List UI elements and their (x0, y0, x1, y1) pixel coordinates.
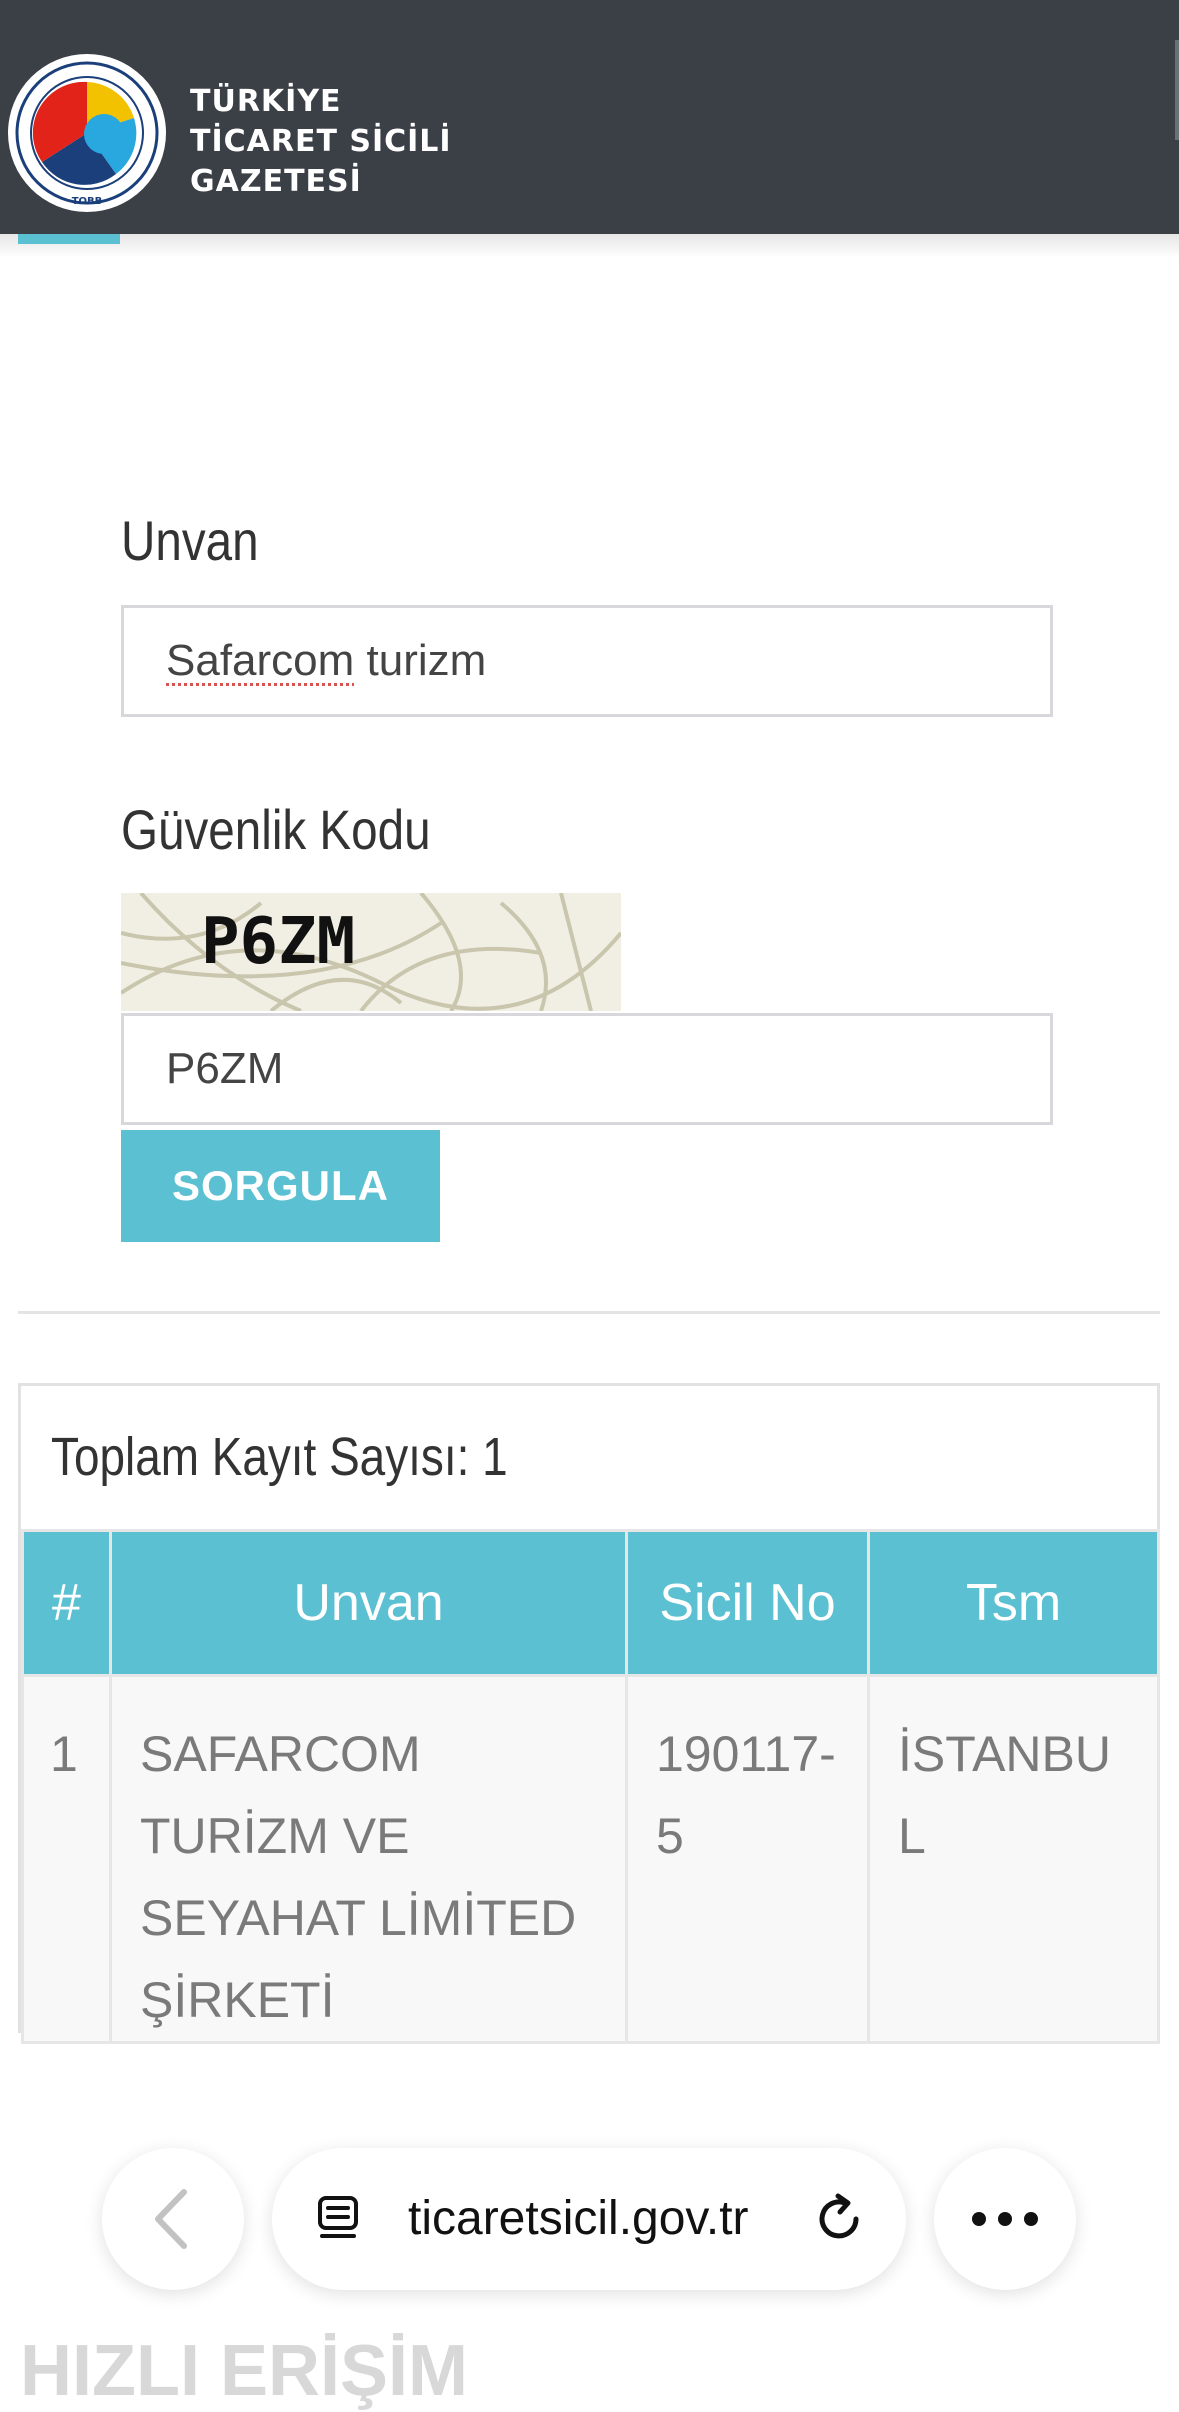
unvan-input-value-word: Safarcom (166, 636, 355, 685)
header-scrollbar (1175, 40, 1179, 140)
column-header-tsm: Tsm (867, 1529, 1160, 1677)
svg-text:TOBB: TOBB (72, 196, 103, 207)
results-panel: Toplam Kayıt Sayısı: 1 # Unvan Sicil No … (18, 1383, 1160, 2044)
captcha-image: P6ZM (121, 893, 621, 1011)
page-icon (318, 2196, 358, 2238)
security-code-input[interactable]: P6ZM (121, 1013, 1053, 1125)
section-divider (18, 1311, 1160, 1314)
row-unvan[interactable]: SAFARCOM TURİZM VE SEYAHAT LİMİTED ŞİRKE… (109, 1674, 628, 2044)
site-title-line-1: TÜRKİYE (190, 84, 342, 119)
column-header-number: # (21, 1529, 112, 1677)
site-header: TOBB TÜRKİYE TİCARET SİCİLİ GAZETESİ (0, 0, 1179, 234)
security-code-label: Güvenlik Kodu (121, 798, 431, 861)
row-tsm: İSTANBUL (867, 1674, 1160, 2044)
row-number: 1 (21, 1674, 112, 2044)
site-title-line-3: GAZETESİ (190, 164, 362, 199)
browser-toolbar: ticaretsicil.gov.tr (0, 2140, 1179, 2366)
address-bar[interactable]: ticaretsicil.gov.tr (272, 2148, 906, 2290)
column-header-unvan: Unvan (109, 1529, 628, 1677)
sorgula-button[interactable]: SORGULA (121, 1130, 440, 1242)
total-record-count: Toplam Kayıt Sayısı: 1 (51, 1427, 508, 1487)
reload-icon[interactable] (812, 2192, 866, 2246)
captcha-text: P6ZM (201, 905, 355, 979)
results-header-row: # Unvan Sicil No Tsm (21, 1529, 1160, 1677)
tobb-seal-logo[interactable]: TOBB (6, 52, 168, 214)
site-title-line-2: TİCARET SİCİLİ (190, 124, 452, 159)
unvan-label: Unvan (121, 509, 259, 572)
more-button[interactable] (934, 2148, 1076, 2290)
row-sicil-no: 190117-5 (625, 1674, 870, 2044)
url-text: ticaretsicil.gov.tr (408, 2192, 749, 2245)
table-row[interactable]: 1 SAFARCOM TURİZM VE SEYAHAT LİMİTED ŞİR… (21, 1674, 1160, 2044)
header-shadow (0, 234, 1179, 258)
site-title[interactable]: TÜRKİYE TİCARET SİCİLİ GAZETESİ (190, 82, 452, 202)
unvan-input[interactable]: Safarcom turizm (121, 605, 1053, 717)
chevron-left-icon (155, 2189, 187, 2249)
column-header-sicil-no: Sicil No (625, 1529, 870, 1677)
back-button[interactable] (102, 2148, 244, 2290)
menu-tab-accent (18, 234, 120, 244)
unvan-input-value-rest: turizm (354, 636, 487, 685)
more-dots-icon (972, 2212, 1038, 2226)
results-table: # Unvan Sicil No Tsm 1 SAFARCOM TURİZM V… (21, 1529, 1160, 2044)
